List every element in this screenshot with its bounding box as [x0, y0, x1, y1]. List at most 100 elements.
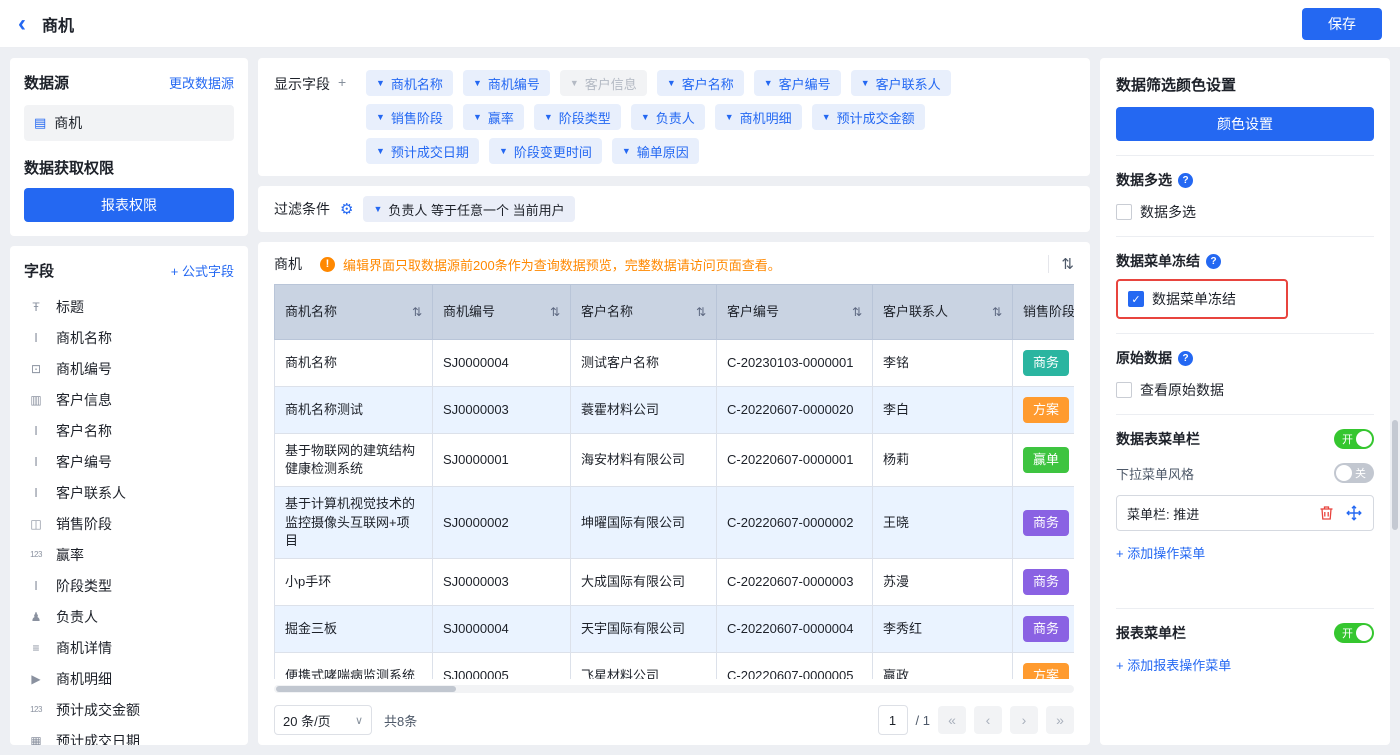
cell-contact: 王晓	[873, 487, 1013, 559]
report-menu-toggle[interactable]: 开	[1334, 623, 1374, 643]
pagination-first-button[interactable]: «	[938, 706, 966, 734]
field-item-customer-code[interactable]: Ⅰ客户编号	[24, 446, 234, 477]
column-sort-icon[interactable]: ⇅	[696, 304, 706, 321]
menu-freeze-checkbox[interactable]: ✓	[1128, 291, 1144, 307]
stage-badge: 商务	[1023, 350, 1069, 376]
field-item-win-rate[interactable]: 123赢率	[24, 539, 234, 570]
change-datasource-link[interactable]: 更改数据源	[169, 73, 234, 92]
display-field-chip[interactable]: ▼阶段类型	[534, 104, 621, 130]
preview-notice: 编辑界面只取数据源前200条作为查询数据预览，完整数据请访问页面查看。	[343, 255, 1040, 274]
datasource-name: 商机	[54, 113, 82, 133]
display-field-chip[interactable]: ▼输单原因	[612, 138, 699, 164]
column-sort-icon[interactable]: ⇅	[412, 304, 422, 321]
raw-data-checkbox[interactable]	[1116, 382, 1132, 398]
text-field-icon: Ⅰ	[26, 424, 46, 438]
chip-label: 客户信息	[585, 74, 637, 93]
color-settings-button[interactable]: 颜色设置	[1116, 107, 1374, 141]
add-action-menu-link[interactable]: + 添加操作菜单	[1116, 543, 1205, 562]
field-item-owner[interactable]: ♟负责人	[24, 601, 234, 632]
datasource-item[interactable]: ▤ 商机	[24, 105, 234, 141]
pagination-prev-button[interactable]: ‹	[974, 706, 1002, 734]
save-button[interactable]: 保存	[1302, 8, 1382, 40]
field-item-opportunity-lines[interactable]: ▶商机明细	[24, 663, 234, 694]
move-icon[interactable]	[1345, 504, 1363, 522]
column-header[interactable]: 客户编号⇅	[717, 285, 873, 340]
cell-name: 小p手环	[275, 558, 433, 605]
column-sort-icon[interactable]: ⇅	[852, 304, 862, 321]
field-item-stage-type[interactable]: Ⅰ阶段类型	[24, 570, 234, 601]
add-display-field-button[interactable]: +	[338, 74, 346, 90]
chevron-down-icon: ▼	[373, 204, 382, 214]
field-item-title[interactable]: Ŧ标题	[24, 291, 234, 322]
menu-item-input[interactable]: 菜单栏: 推进	[1116, 495, 1374, 531]
table-sort-icon[interactable]: ⇅	[1048, 255, 1074, 273]
dropdown-style-toggle[interactable]: 关	[1334, 463, 1374, 483]
gear-icon[interactable]: ⚙	[340, 200, 353, 218]
filter-condition-chip[interactable]: ▼负责人 等于任意一个 当前用户	[363, 196, 574, 222]
field-item-customer-contact[interactable]: Ⅰ客户联系人	[24, 477, 234, 508]
field-label: 商机名称	[56, 328, 112, 348]
display-field-chip-disabled[interactable]: ▼客户信息	[560, 70, 647, 96]
cell-stage: 方案	[1013, 387, 1075, 434]
column-header[interactable]: 商机名称⇅	[275, 285, 433, 340]
add-formula-field-link[interactable]: + 公式字段	[171, 261, 234, 280]
column-header[interactable]: 客户名称⇅	[571, 285, 717, 340]
page-size-value: 20 条/页	[283, 711, 331, 730]
field-item-opportunity-detail[interactable]: ≡商机详情	[24, 632, 234, 663]
page-size-select[interactable]: 20 条/页 ∨	[274, 705, 372, 735]
field-item-sales-stage[interactable]: ◫销售阶段	[24, 508, 234, 539]
checkbox-label: 查看原始数据	[1140, 380, 1224, 400]
column-header[interactable]: 商机编号⇅	[433, 285, 571, 340]
display-field-chip[interactable]: ▼商机明细	[715, 104, 802, 130]
preview-table: 商机名称⇅ 商机编号⇅ 客户名称⇅ 客户编号⇅ 客户联系人⇅ 销售阶段⇅ 商机名…	[274, 284, 1074, 679]
display-field-chip[interactable]: ▼销售阶段	[366, 104, 453, 130]
horizontal-scrollbar[interactable]	[274, 685, 1074, 693]
display-field-chip[interactable]: ▼预计成交日期	[366, 138, 479, 164]
document-icon: ▤	[34, 115, 46, 131]
multi-select-option[interactable]: 数据多选	[1116, 202, 1374, 222]
field-item-expected-amount[interactable]: 123预计成交金额	[24, 694, 234, 725]
toggle-label: 开	[1342, 431, 1353, 447]
raw-data-option[interactable]: 查看原始数据	[1116, 380, 1374, 400]
multi-select-title: 数据多选	[1116, 170, 1172, 190]
field-item-opportunity-code[interactable]: ⊡商机编号	[24, 353, 234, 384]
column-sort-icon[interactable]: ⇅	[992, 304, 1002, 321]
display-field-chip[interactable]: ▼预计成交金额	[812, 104, 925, 130]
display-field-chip[interactable]: ▼负责人	[631, 104, 705, 130]
chevron-down-icon: ▼	[764, 78, 773, 88]
current-page-box[interactable]: 1	[878, 705, 908, 735]
display-field-chip[interactable]: ▼客户编号	[754, 70, 841, 96]
display-field-chip[interactable]: ▼商机编号	[463, 70, 550, 96]
add-report-action-menu-link[interactable]: + 添加报表操作菜单	[1116, 655, 1231, 674]
field-item-opportunity-name[interactable]: Ⅰ商机名称	[24, 322, 234, 353]
help-icon[interactable]: ?	[1178, 173, 1193, 188]
field-item-customer-info[interactable]: ▥客户信息	[24, 384, 234, 415]
column-header[interactable]: 销售阶段⇅	[1013, 285, 1075, 340]
column-header[interactable]: 客户联系人⇅	[873, 285, 1013, 340]
display-field-chip[interactable]: ▼客户联系人	[851, 70, 951, 96]
field-item-customer-name[interactable]: Ⅰ客户名称	[24, 415, 234, 446]
cell-code: SJ0000004	[433, 340, 571, 387]
text-field-icon: Ⅰ	[26, 455, 46, 469]
help-icon[interactable]: ?	[1178, 351, 1193, 366]
filter-panel: 过滤条件 ⚙ ▼负责人 等于任意一个 当前用户	[258, 186, 1090, 232]
display-field-chip[interactable]: ▼商机名称	[366, 70, 453, 96]
window-scrollbar-thumb[interactable]	[1392, 420, 1398, 530]
trash-icon[interactable]	[1317, 504, 1335, 522]
column-sort-icon[interactable]: ⇅	[550, 304, 560, 321]
back-icon[interactable]: ‹	[18, 12, 26, 36]
scrollbar-thumb[interactable]	[276, 686, 456, 692]
display-field-chip[interactable]: ▼客户名称	[657, 70, 744, 96]
display-field-chip[interactable]: ▼赢率	[463, 104, 524, 130]
multi-select-checkbox[interactable]	[1116, 204, 1132, 220]
pagination-last-button[interactable]: »	[1046, 706, 1074, 734]
stage-badge: 方案	[1023, 663, 1069, 679]
table-menu-toggle[interactable]: 开	[1334, 429, 1374, 449]
report-permission-button[interactable]: 报表权限	[24, 188, 234, 222]
help-icon[interactable]: ?	[1206, 254, 1221, 269]
select-field-icon: ◫	[26, 517, 46, 531]
display-field-chip[interactable]: ▼阶段变更时间	[489, 138, 602, 164]
table-scroll-area[interactable]: 商机名称⇅ 商机编号⇅ 客户名称⇅ 客户编号⇅ 客户联系人⇅ 销售阶段⇅ 商机名…	[274, 284, 1074, 679]
pagination-next-button[interactable]: ›	[1010, 706, 1038, 734]
field-item-expected-date[interactable]: ▦预计成交日期	[24, 725, 234, 745]
